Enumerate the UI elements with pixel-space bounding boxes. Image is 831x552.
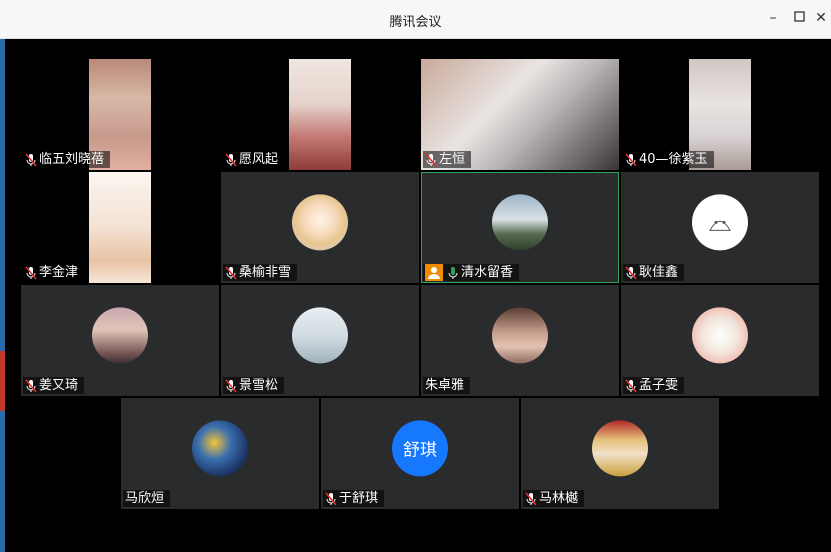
participant-name: 景雪松 (239, 378, 279, 393)
participant-name: 姜又琦 (39, 378, 79, 393)
participant-name: 左恒 (439, 152, 466, 167)
participant-tile[interactable]: 李金津 (21, 172, 219, 283)
video-feed (289, 59, 351, 170)
participant-name: 清水留香 (461, 265, 514, 280)
participant-name: 孟子雯 (639, 378, 679, 393)
participant-name: 桑榆非雪 (239, 265, 292, 280)
participant-name: 40—徐紫玉 (639, 152, 708, 167)
muted-mic-icon (25, 378, 37, 393)
participant-name: 愿风起 (239, 152, 279, 167)
avatar (492, 193, 548, 250)
avatar (192, 419, 248, 476)
participant-label: 愿风起 (223, 151, 285, 168)
muted-mic-icon (225, 152, 237, 167)
muted-mic-icon (625, 152, 637, 167)
participant-label: 于舒琪 (323, 490, 385, 507)
participant-label: 桑榆非雪 (223, 264, 298, 281)
participant-tile[interactable]: 景雪松 (221, 285, 419, 396)
participant-label: 景雪松 (223, 377, 285, 394)
participant-label: 朱卓雅 (423, 377, 471, 394)
participant-label: 临五刘晓蓓 (23, 151, 111, 168)
participant-name: 临五刘晓蓓 (39, 152, 105, 167)
muted-mic-icon (625, 265, 637, 280)
avatar (692, 306, 748, 363)
participant-tile[interactable]: 耿佳鑫 (621, 172, 819, 283)
avatar: 舒琪 (392, 419, 448, 476)
muted-mic-icon (25, 152, 37, 167)
active-mic-icon (448, 266, 458, 279)
participant-tile[interactable]: 马林樾 (521, 398, 719, 509)
muted-mic-icon (625, 378, 637, 393)
muted-mic-icon (525, 491, 537, 506)
desktop-edge (0, 39, 5, 552)
video-feed (89, 172, 151, 283)
avatar (692, 193, 748, 250)
participant-tile[interactable]: 左恒 (421, 59, 619, 170)
participant-name: 马林樾 (539, 491, 579, 506)
maximize-icon[interactable] (790, 9, 808, 27)
participant-tile[interactable]: 朱卓雅 (421, 285, 619, 396)
muted-mic-icon (225, 378, 237, 393)
host-icon (425, 264, 443, 281)
participant-tile[interactable]: 清水留香 (421, 172, 619, 283)
avatar (492, 306, 548, 363)
participant-label: 左恒 (423, 151, 472, 168)
muted-mic-icon (325, 491, 337, 506)
participant-label: 马欣烜 (123, 490, 171, 507)
participant-tile[interactable]: 舒琪 于舒琪 (321, 398, 519, 509)
muted-mic-icon (25, 265, 37, 280)
participant-label: 耿佳鑫 (623, 264, 685, 281)
avatar (92, 306, 148, 363)
participant-label: 孟子雯 (623, 377, 685, 394)
participant-tile[interactable]: 临五刘晓蓓 (21, 59, 219, 170)
participant-tile[interactable]: 马欣烜 (121, 398, 319, 509)
participant-label: 姜又琦 (23, 377, 85, 394)
participant-name: 耿佳鑫 (639, 265, 679, 280)
participant-name: 马欣烜 (125, 491, 165, 506)
participant-label: 清水留香 (423, 264, 520, 281)
window-title: 腾讯会议 (389, 15, 442, 30)
participant-name: 于舒琪 (339, 491, 379, 506)
participant-tile[interactable]: 姜又琦 (21, 285, 219, 396)
participant-label: 马林樾 (523, 490, 585, 507)
minimize-icon[interactable]: – (764, 9, 782, 27)
avatar (292, 193, 348, 250)
close-icon[interactable]: ✕ (812, 9, 830, 27)
participant-tile[interactable]: 桑榆非雪 (221, 172, 419, 283)
participant-label: 李金津 (23, 264, 85, 281)
title-bar: 腾讯会议 – ✕ (0, 0, 831, 39)
participant-label: 40—徐紫玉 (623, 151, 714, 168)
avatar (592, 419, 648, 476)
muted-mic-icon (425, 152, 437, 167)
avatar (292, 306, 348, 363)
participant-name: 李金津 (39, 265, 79, 280)
participant-name: 朱卓雅 (425, 378, 465, 393)
participant-tile[interactable]: 愿风起 (221, 59, 419, 170)
participant-tile[interactable]: 孟子雯 (621, 285, 819, 396)
muted-mic-icon (225, 265, 237, 280)
participant-tile[interactable]: 40—徐紫玉 (621, 59, 819, 170)
